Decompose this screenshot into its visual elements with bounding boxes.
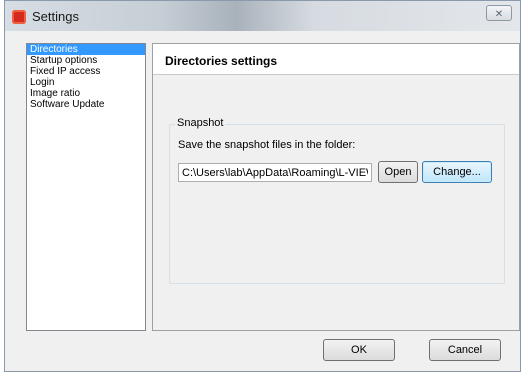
settings-app-icon <box>12 10 26 24</box>
window-title: Settings <box>32 9 79 24</box>
sidebar-item-image-ratio[interactable]: Image ratio <box>27 88 145 99</box>
close-icon: ✕ <box>494 9 504 20</box>
close-button[interactable]: ✕ <box>486 5 512 21</box>
settings-panel: Directories settings Snapshot Save the s… <box>152 43 520 331</box>
sidebar-item-directories[interactable]: Directories <box>27 44 145 55</box>
snapshot-group: Snapshot Save the snapshot files in the … <box>169 117 505 284</box>
panel-title: Directories settings <box>165 54 278 68</box>
change-folder-button[interactable]: Change... <box>422 161 492 183</box>
sidebar-item-startup-options[interactable]: Startup options <box>27 55 145 66</box>
sidebar-item-login[interactable]: Login <box>27 77 145 88</box>
sidebar-item-software-update[interactable]: Software Update <box>27 99 145 110</box>
ok-button[interactable]: OK <box>323 339 395 361</box>
settings-category-list: Directories Startup options Fixed IP acc… <box>26 43 146 331</box>
cancel-button[interactable]: Cancel <box>429 339 501 361</box>
panel-header: Directories settings <box>153 44 519 75</box>
snapshot-group-label: Snapshot <box>175 117 226 129</box>
open-folder-button[interactable]: Open <box>378 161 418 183</box>
sidebar-item-fixed-ip-access[interactable]: Fixed IP access <box>27 66 145 77</box>
title-bar[interactable]: Settings ✕ <box>5 1 520 31</box>
snapshot-folder-description: Save the snapshot files in the folder: <box>178 139 356 151</box>
snapshot-folder-path-field[interactable] <box>178 163 372 182</box>
settings-dialog: Settings ✕ Directories Startup options F… <box>4 0 521 372</box>
